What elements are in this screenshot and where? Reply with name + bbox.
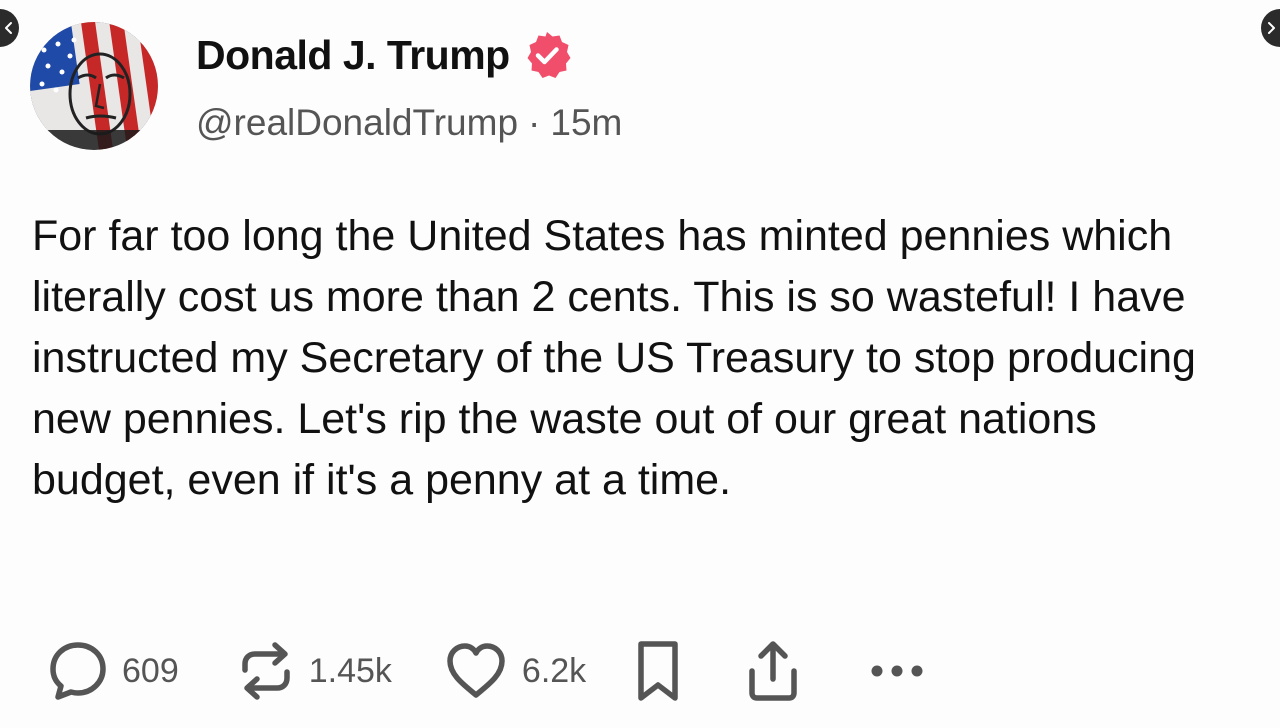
chevron-right-icon [1268, 22, 1275, 34]
post-timestamp[interactable]: 15m [550, 102, 622, 144]
author-name[interactable]: Donald J. Trump [196, 32, 510, 79]
author-handle[interactable]: @realDonaldTrump [196, 102, 518, 144]
post-text: For far too long the United States has m… [32, 212, 1196, 504]
like-count: 6.2k [521, 651, 587, 690]
bookmark-button[interactable] [634, 639, 682, 703]
more-options-button[interactable] [868, 661, 926, 681]
reply-count: 609 [122, 651, 179, 690]
action-bar: 609 1.45k 6.2k [48, 640, 926, 702]
verified-badge-icon [527, 32, 571, 78]
avatar-image [30, 22, 158, 150]
like-button[interactable]: 6.2k [444, 640, 586, 702]
share-icon [749, 641, 797, 701]
author-header: Donald J. Trump [196, 30, 572, 80]
previous-slide-button[interactable] [0, 9, 19, 47]
reply-bubble-icon [50, 642, 106, 700]
repost-count: 1.45k [308, 651, 392, 690]
handle-row: @realDonaldTrump · 15m [196, 102, 622, 144]
bookmark-icon [638, 641, 678, 701]
more-dots-icon [871, 665, 923, 677]
avatar[interactable] [30, 22, 158, 150]
repost-icon [241, 642, 290, 700]
separator-dot: · [528, 102, 541, 143]
repost-button[interactable]: 1.45k [237, 640, 392, 702]
chevron-left-icon [5, 22, 12, 34]
reply-button[interactable]: 609 [48, 640, 179, 702]
share-button[interactable] [744, 639, 802, 703]
next-slide-button[interactable] [1261, 9, 1280, 47]
heart-icon [447, 643, 505, 698]
